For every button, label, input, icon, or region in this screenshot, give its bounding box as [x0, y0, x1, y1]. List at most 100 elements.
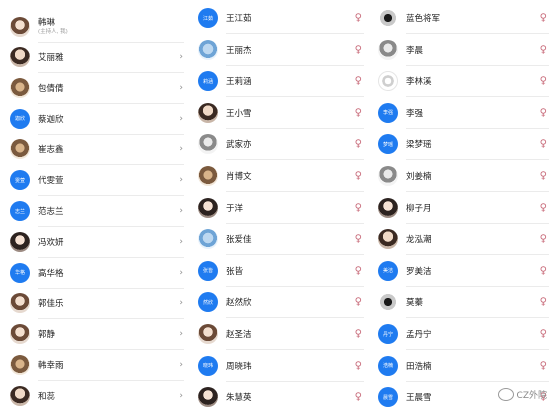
chevron-right-icon[interactable]: ›: [179, 83, 183, 93]
participant-avatar: [378, 71, 398, 92]
participant-name: 李晨: [406, 45, 424, 56]
participant-avatar: 晓玮: [198, 355, 218, 376]
chevron-right-icon[interactable]: ›: [179, 268, 183, 278]
status-mark-icon: ♀: [354, 202, 362, 214]
participant-row[interactable]: 艾丽雅 ›: [0, 42, 188, 73]
avatar-label: 然欣: [202, 299, 213, 306]
chevron-right-icon[interactable]: ›: [179, 237, 183, 247]
status-mark-icon: ♀: [354, 360, 362, 372]
status-mark-icon: ♀: [539, 75, 547, 87]
participant-name: 李强: [406, 108, 424, 119]
participant-name: 张皆: [226, 266, 244, 277]
avatar-label: 美洁: [382, 268, 393, 275]
participant-avatar: [198, 197, 218, 218]
participant-avatar: 雯萱: [10, 170, 30, 191]
participant-row[interactable]: 王丽杰 ♀: [188, 35, 368, 66]
participant-row[interactable]: 浩楠 田浩楠 ♀: [368, 351, 553, 382]
participant-row[interactable]: 莉涵 王莉涵 ♀: [188, 66, 368, 98]
participant-row[interactable]: 张爱佳 ♀: [188, 224, 368, 256]
chevron-right-icon[interactable]: ›: [179, 206, 183, 216]
chevron-right-icon[interactable]: ›: [179, 298, 183, 308]
chevron-right-icon[interactable]: ›: [179, 52, 183, 62]
participant-name: 王晨雪: [406, 393, 432, 404]
status-mark-icon: ♀: [539, 233, 547, 245]
participant-row[interactable]: 包倩倩 ›: [0, 73, 188, 104]
participant-row[interactable]: 丹宁 孟丹宁 ♀: [368, 319, 553, 350]
participant-row[interactable]: 朱慧英 ♀: [188, 382, 368, 412]
participant-row[interactable]: 赵圣洁 ♀: [188, 319, 368, 350]
participant-avatar: 梦瑶: [378, 134, 398, 155]
participant-row[interactable]: 李林溪 ♀: [368, 66, 553, 98]
participant-row[interactable]: 然欣 赵然欣 ♀: [188, 287, 368, 319]
chevron-right-icon[interactable]: ›: [179, 391, 183, 401]
host-row[interactable]: 韩琳 (主持人, 我): [0, 12, 188, 43]
chevron-right-icon[interactable]: ›: [179, 360, 183, 370]
participant-row[interactable]: 梦瑶 梁梦瑶 ♀: [368, 129, 553, 161]
participant-row[interactable]: 志兰 范志兰 ›: [0, 196, 188, 227]
watermark-text: CZ外院: [516, 391, 547, 401]
participant-name: 代雯萱: [38, 176, 64, 187]
participant-row[interactable]: 崔志鑫 ›: [0, 134, 188, 166]
status-mark-icon: ♀: [354, 233, 362, 245]
chevron-right-icon[interactable]: ›: [179, 175, 183, 185]
participant-avatar: 然欣: [198, 292, 218, 313]
participant-row[interactable]: 张皆 张皆 ♀: [188, 256, 368, 287]
participant-row[interactable]: 龙泓潮 ♀: [368, 224, 553, 256]
status-mark-icon: ♀: [539, 138, 547, 150]
participant-row[interactable]: 蓝色将军 ♀: [368, 3, 553, 34]
participant-row[interactable]: 李晨 ♀: [368, 35, 553, 66]
status-mark-icon: ♀: [354, 138, 362, 150]
chevron-right-icon[interactable]: ›: [179, 329, 183, 339]
host-avatar: [10, 17, 30, 37]
participant-name: 王莉涵: [226, 77, 252, 88]
participant-name: 周晓玮: [226, 361, 252, 372]
participant-row[interactable]: 郭佳乐 ›: [0, 288, 188, 320]
participant-row[interactable]: 美洁 罗美洁 ♀: [368, 256, 553, 287]
participant-row[interactable]: 肖博文 ♀: [188, 161, 368, 192]
participant-row[interactable]: 李强 李强 ♀: [368, 98, 553, 129]
participant-name: 武家亦: [226, 140, 252, 151]
participant-name: 于洋: [226, 203, 244, 214]
participant-row[interactable]: 江茹 王江茹 ♀: [188, 3, 368, 34]
participant-avatar: 美洁: [378, 260, 398, 281]
participant-row[interactable]: 韩幸雨 ›: [0, 350, 188, 381]
participant-row[interactable]: 王小雪 ♀: [188, 98, 368, 129]
participant-name: 王江茹: [226, 14, 252, 24]
participant-name: 艾丽雅: [38, 53, 64, 63]
host-role: (主持人, 我): [38, 28, 68, 35]
participant-row[interactable]: 于洋 ♀: [188, 193, 368, 224]
chevron-right-icon[interactable]: ›: [179, 144, 183, 154]
status-mark-icon: ♀: [354, 328, 362, 340]
avatar-label: 雯萱: [14, 177, 25, 184]
participant-row[interactable]: 郭静 ›: [0, 319, 188, 351]
participant-row[interactable]: 雯萱 代雯萱 ›: [0, 165, 188, 197]
participant-row[interactable]: 华格 高华格 ›: [0, 258, 188, 289]
participant-row[interactable]: 武家亦 ♀: [188, 129, 368, 161]
chevron-right-icon[interactable]: ›: [179, 114, 183, 124]
participant-row[interactable]: 迦欣 蔡迦欣 ›: [0, 104, 188, 135]
watermark: CZ外院: [497, 388, 547, 401]
participant-avatar: [198, 102, 218, 123]
participant-avatar: [198, 229, 218, 250]
participant-row[interactable]: 柳子月 ♀: [368, 193, 553, 224]
participant-avatar: [378, 8, 398, 28]
participant-row[interactable]: 冯欢妍 ›: [0, 227, 188, 258]
participant-row[interactable]: 刘姜楠 ♀: [368, 161, 553, 192]
participant-row[interactable]: 莫蓁 ♀: [368, 287, 553, 319]
participant-avatar: 江茹: [198, 8, 218, 28]
participant-name: 王丽杰: [226, 45, 252, 56]
avatar-label: 李强: [382, 110, 393, 117]
participant-avatar: 志兰: [10, 201, 30, 221]
status-mark-icon: ♀: [539, 360, 547, 372]
participant-avatar: [10, 47, 30, 67]
participant-avatar: [10, 355, 30, 375]
participant-row[interactable]: 晓玮 周晓玮 ♀: [188, 351, 368, 382]
participant-avatar: 莉涵: [198, 71, 218, 92]
avatar-label: 晨雪: [382, 394, 393, 401]
participant-name: 肖博文: [226, 172, 252, 182]
participant-name: 莫蓁: [406, 298, 424, 309]
avatar-label: 志兰: [14, 208, 25, 215]
participant-row[interactable]: 和蕊 ›: [0, 381, 188, 411]
participant-name: 柳子月: [406, 203, 432, 214]
participant-avatar: [198, 387, 218, 408]
